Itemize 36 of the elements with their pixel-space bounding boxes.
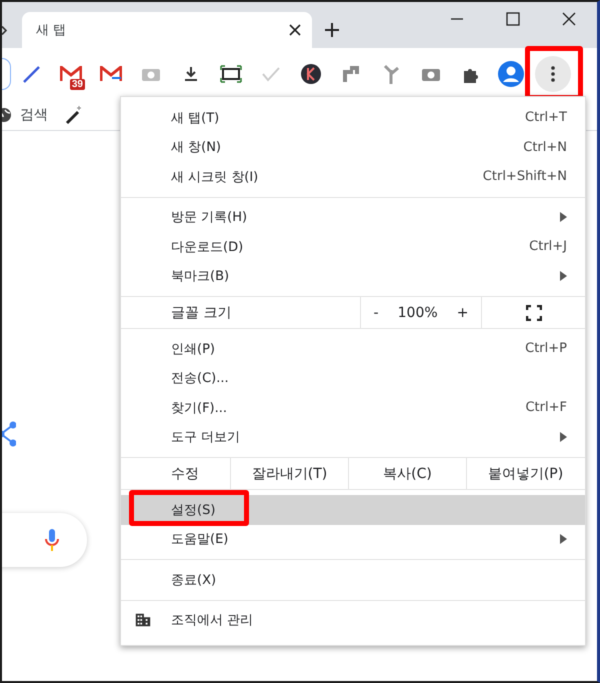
share-icon [2,421,16,447]
zoom-label: 글꼴 크기 [170,304,232,322]
browser-tab[interactable]: 새 탭 [22,12,312,48]
zoom-in-button[interactable]: + [450,304,474,320]
zoom-out-button[interactable]: - [368,304,385,320]
menu-item[interactable]: 새 탭(T) Ctrl+T [121,103,585,132]
zoom-value: 100% [398,304,438,320]
shortcut-text: Ctrl+J [529,239,567,254]
menu-item[interactable]: 새 시크릿 창(I) Ctrl+Shift+N [121,162,585,192]
shortcut-text: Ctrl+F [525,400,567,416]
menu-icon[interactable] [535,56,571,92]
close-tab-icon[interactable] [288,23,302,37]
shortcut-text: Ctrl+Shift+N [482,169,567,184]
menu-item[interactable]: 인쇄(P) Ctrl+P [121,334,585,364]
shortcut-text: Ctrl+P [525,341,567,356]
menu-item[interactable]: 찾기(F)... Ctrl+F [121,393,585,422]
menu-item[interactable]: 다운로드(D) Ctrl+J [121,232,585,262]
address-field-edge[interactable] [2,58,11,90]
count-badge: 39 [70,79,85,90]
menu-item[interactable]: 도구 더보기 [121,422,585,452]
menu-item[interactable]: 전송(C)... [121,364,585,393]
mail-icon [60,66,82,82]
microphone-icon [45,528,59,552]
shortcut-text: Ctrl+T [525,110,567,126]
menu-item[interactable]: 새 창(N) Ctrl+N [121,132,585,162]
magic-wand-icon[interactable] [64,105,84,125]
shortcut-text: Ctrl+N [523,140,567,155]
edit-label: 수정 [170,464,200,484]
menu-item[interactable]: 방문 기록(H) [121,202,585,232]
building-icon [133,611,153,630]
menu-item[interactable]: 북마크(B) [121,262,585,291]
menu-item[interactable]: 종료(X) [121,565,585,594]
menu-item[interactable]: 도움말(E) [121,524,585,554]
bookmark-item[interactable]: 검색 [2,106,56,124]
extension-button[interactable]: 39 [51,54,91,94]
menu-item[interactable]: 조직에서 관리 [121,606,585,635]
